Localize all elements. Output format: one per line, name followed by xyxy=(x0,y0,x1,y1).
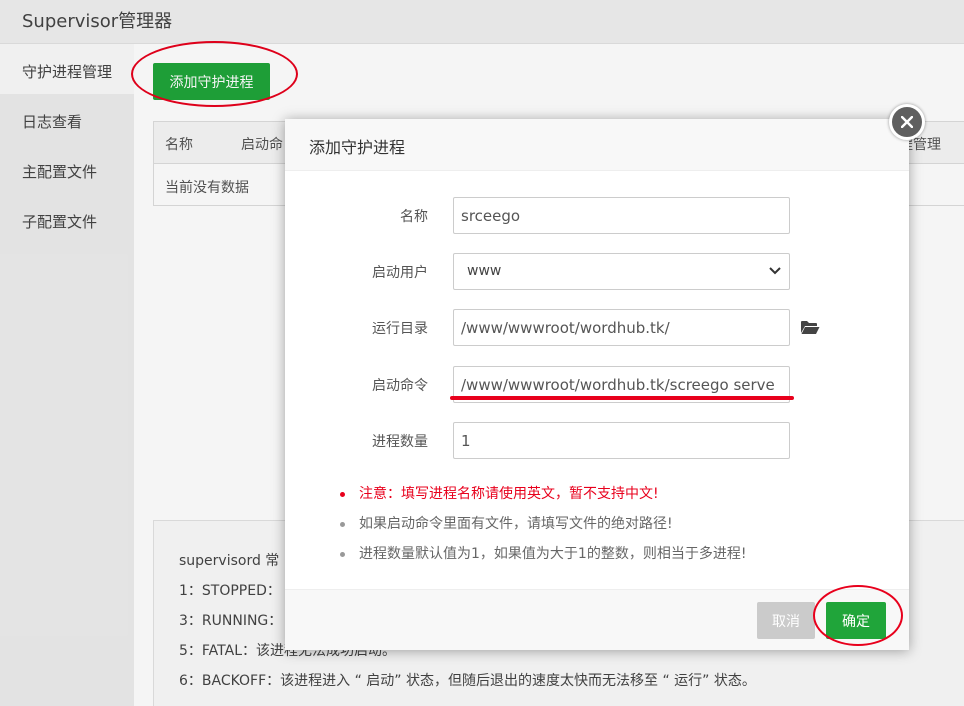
note-item: 进程数量默认值为1，如果值为大于1的整数，则相当于多进程! xyxy=(337,543,746,573)
command-label: 启动命令 xyxy=(372,378,428,394)
dir-label: 运行目录 xyxy=(372,321,428,337)
bullet-dot xyxy=(340,552,345,557)
cancel-button[interactable]: 取消 xyxy=(757,602,815,639)
note-item: 如果启动命令里面有文件，请填写文件的绝对路径! xyxy=(337,513,746,543)
user-label: 启动用户 xyxy=(372,265,428,281)
close-button[interactable] xyxy=(889,104,925,140)
count-label: 进程数量 xyxy=(372,434,428,450)
bullet-dot xyxy=(340,522,345,527)
bullet-dot xyxy=(340,492,345,497)
form-row-name: 名称 xyxy=(285,197,909,235)
chevron-down-icon xyxy=(769,267,781,275)
note-text: 进程数量默认值为1，如果值为大于1的整数，则相当于多进程! xyxy=(359,546,747,562)
help-notes: 注意：填写进程名称请使用英文，暂不支持中文! 如果启动命令里面有文件，请填写文件… xyxy=(337,483,746,573)
note-text: 注意：填写进程名称请使用英文，暂不支持中文! xyxy=(359,486,659,502)
annotation-underline-command xyxy=(450,396,794,400)
form-row-user: 启动用户 www xyxy=(285,253,909,291)
note-text: 如果启动命令里面有文件，请填写文件的绝对路径! xyxy=(359,516,673,532)
dialog-title: 添加守护进程 xyxy=(285,119,909,171)
form-row-count: 进程数量 xyxy=(285,422,909,460)
close-icon xyxy=(901,116,913,128)
user-select-value: www xyxy=(467,263,502,279)
count-input[interactable] xyxy=(453,422,790,459)
annotation-circle-confirm-button xyxy=(813,585,903,646)
dir-input[interactable] xyxy=(453,309,790,346)
name-label: 名称 xyxy=(400,209,428,225)
user-select[interactable]: www xyxy=(453,253,790,290)
add-process-dialog: 添加守护进程 名称 启动用户 www 运行目录 启动命令 进程 xyxy=(285,104,925,650)
folder-open-icon[interactable] xyxy=(800,319,820,335)
name-input[interactable] xyxy=(453,197,790,234)
note-warning: 注意：填写进程名称请使用英文，暂不支持中文! xyxy=(337,483,746,513)
form-row-dir: 运行目录 xyxy=(285,309,909,347)
